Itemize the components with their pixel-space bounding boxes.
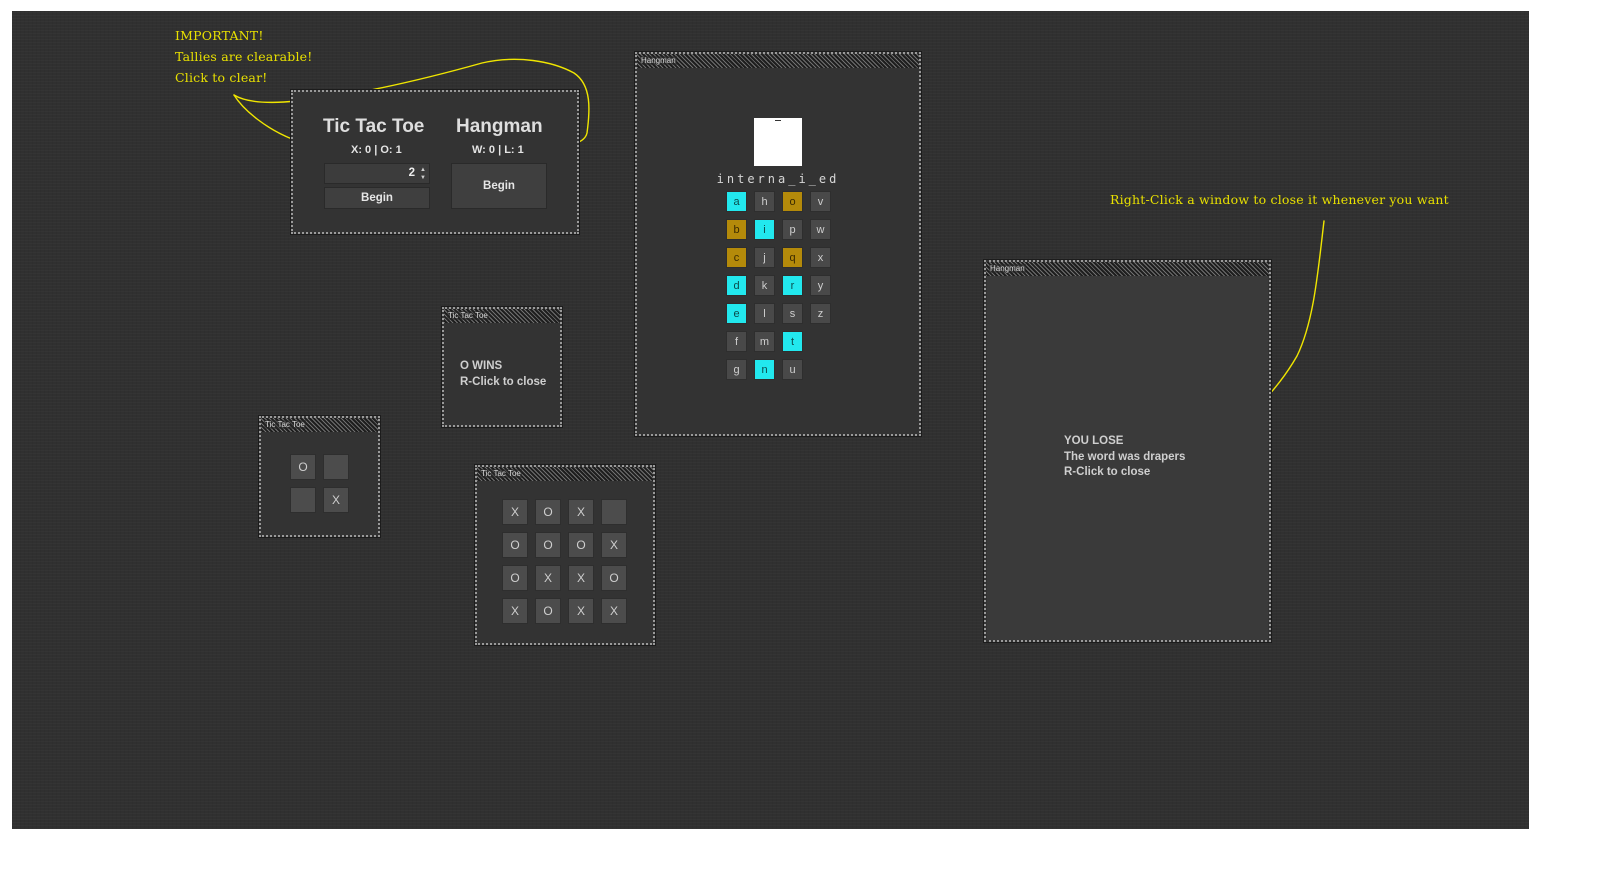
letter-key-u[interactable]: u xyxy=(782,359,803,380)
ttt-cell[interactable]: X xyxy=(502,499,528,525)
hangman-word: interna_i_ed xyxy=(716,172,840,186)
window-titlebar[interactable]: Hangman xyxy=(637,54,919,68)
letter-key-l[interactable]: l xyxy=(754,303,775,324)
ttt-cell[interactable]: X xyxy=(535,565,561,591)
letter-key-w[interactable]: w xyxy=(810,219,831,240)
ttt-result-window[interactable]: Tic Tac Toe O WINS R-Click to close xyxy=(441,306,563,428)
letter-key-h[interactable]: h xyxy=(754,191,775,212)
hangman-game-window[interactable]: Hangman interna_i_ed ahov bipw cjqx dkry els… xyxy=(634,51,922,437)
main-menu-window[interactable]: Tic Tac Toe X: 0 | O: 1 2 ▲ ▼ Begin Hangm… xyxy=(290,89,580,235)
note-tallies-clearable: Tallies are clearable! xyxy=(175,49,313,64)
board-size-value: 2 xyxy=(408,167,415,179)
board-size-spinner[interactable]: 2 ▲ ▼ xyxy=(324,163,430,184)
ttt-cell[interactable]: O xyxy=(502,565,528,591)
ttt-small-window[interactable]: Tic Tac Toe OX xyxy=(258,415,381,538)
ttt-cell[interactable]: X xyxy=(323,487,349,513)
hangman-result-window[interactable]: Hangman YOU LOSE The word was drapers R-… xyxy=(983,259,1272,643)
letter-key-v[interactable]: v xyxy=(810,191,831,212)
spinner-arrows-icon[interactable]: ▲ ▼ xyxy=(419,166,427,182)
letter-key-t[interactable]: t xyxy=(782,331,803,352)
letter-key-n[interactable]: n xyxy=(754,359,775,380)
window-titlebar[interactable]: Tic Tac Toe xyxy=(261,418,378,432)
ttt-cell[interactable] xyxy=(290,487,316,513)
letter-key-j[interactable]: j xyxy=(754,247,775,268)
letter-key-z[interactable]: z xyxy=(810,303,831,324)
letter-key-p[interactable]: p xyxy=(782,219,803,240)
lose-line-3: R-Click to close xyxy=(1064,466,1151,478)
ttt-cell[interactable]: O xyxy=(502,532,528,558)
ttt-cell[interactable] xyxy=(601,499,627,525)
desktop: IMPORTANT! Tallies are clearable! Click … xyxy=(12,11,1529,829)
letter-key-d[interactable]: d xyxy=(726,275,747,296)
lose-line-1: YOU LOSE xyxy=(1064,435,1124,447)
ttt-cell[interactable]: X xyxy=(568,565,594,591)
letter-key-c[interactable]: c xyxy=(726,247,747,268)
letter-key-y[interactable]: y xyxy=(810,275,831,296)
letter-key-f[interactable]: f xyxy=(726,331,747,352)
letter-key-e[interactable]: e xyxy=(726,303,747,324)
ttt-cell[interactable]: X xyxy=(568,598,594,624)
ttt-cell[interactable]: O xyxy=(535,598,561,624)
letter-key-m[interactable]: m xyxy=(754,331,775,352)
gallows-mark xyxy=(775,120,781,121)
lose-line-2: The word was drapers xyxy=(1064,451,1186,463)
ttt-cell[interactable]: O xyxy=(290,454,316,480)
letter-key-r[interactable]: r xyxy=(782,275,803,296)
ttt-cell[interactable]: O xyxy=(568,532,594,558)
ttt-title: Tic Tac Toe xyxy=(323,116,425,137)
ttt-cell[interactable] xyxy=(323,454,349,480)
ttt-cell[interactable]: O xyxy=(601,565,627,591)
hangman-tally[interactable]: W: 0 | L: 1 xyxy=(472,144,524,156)
note-right-click: Right-Click a window to close it wheneve… xyxy=(1110,192,1449,207)
hangman-begin-button[interactable]: Begin xyxy=(451,163,547,209)
letter-key-a[interactable]: a xyxy=(726,191,747,212)
ttt-cell[interactable]: X xyxy=(601,598,627,624)
letter-key-o[interactable]: o xyxy=(782,191,803,212)
ttt-begin-button[interactable]: Begin xyxy=(324,187,430,209)
ttt-large-window[interactable]: Tic Tac Toe XOXOOOXOXXOXOXX xyxy=(474,464,656,646)
letter-key-b[interactable]: b xyxy=(726,219,747,240)
ttt-cell[interactable]: X xyxy=(502,598,528,624)
window-titlebar[interactable]: Tic Tac Toe xyxy=(477,467,653,481)
letter-key-s[interactable]: s xyxy=(782,303,803,324)
letter-key-k[interactable]: k xyxy=(754,275,775,296)
ttt-tally[interactable]: X: 0 | O: 1 xyxy=(351,144,402,156)
letter-key-x[interactable]: x xyxy=(810,247,831,268)
letter-key-g[interactable]: g xyxy=(726,359,747,380)
window-titlebar[interactable]: Tic Tac Toe xyxy=(444,309,560,323)
ttt-cell[interactable]: X xyxy=(568,499,594,525)
ttt-cell[interactable]: O xyxy=(535,532,561,558)
ttt-result-line-2: R-Click to close xyxy=(460,376,547,388)
ttt-result-line-1: O WINS xyxy=(460,360,503,372)
ttt-cell[interactable]: X xyxy=(601,532,627,558)
note-click-to-clear: Click to clear! xyxy=(175,70,268,85)
note-important: IMPORTANT! xyxy=(175,28,264,43)
letter-key-i[interactable]: i xyxy=(754,219,775,240)
window-titlebar[interactable]: Hangman xyxy=(986,262,1269,276)
hangman-drawing xyxy=(754,118,802,166)
ttt-cell[interactable]: O xyxy=(535,499,561,525)
letter-key-q[interactable]: q xyxy=(782,247,803,268)
hangman-title: Hangman xyxy=(456,116,543,137)
